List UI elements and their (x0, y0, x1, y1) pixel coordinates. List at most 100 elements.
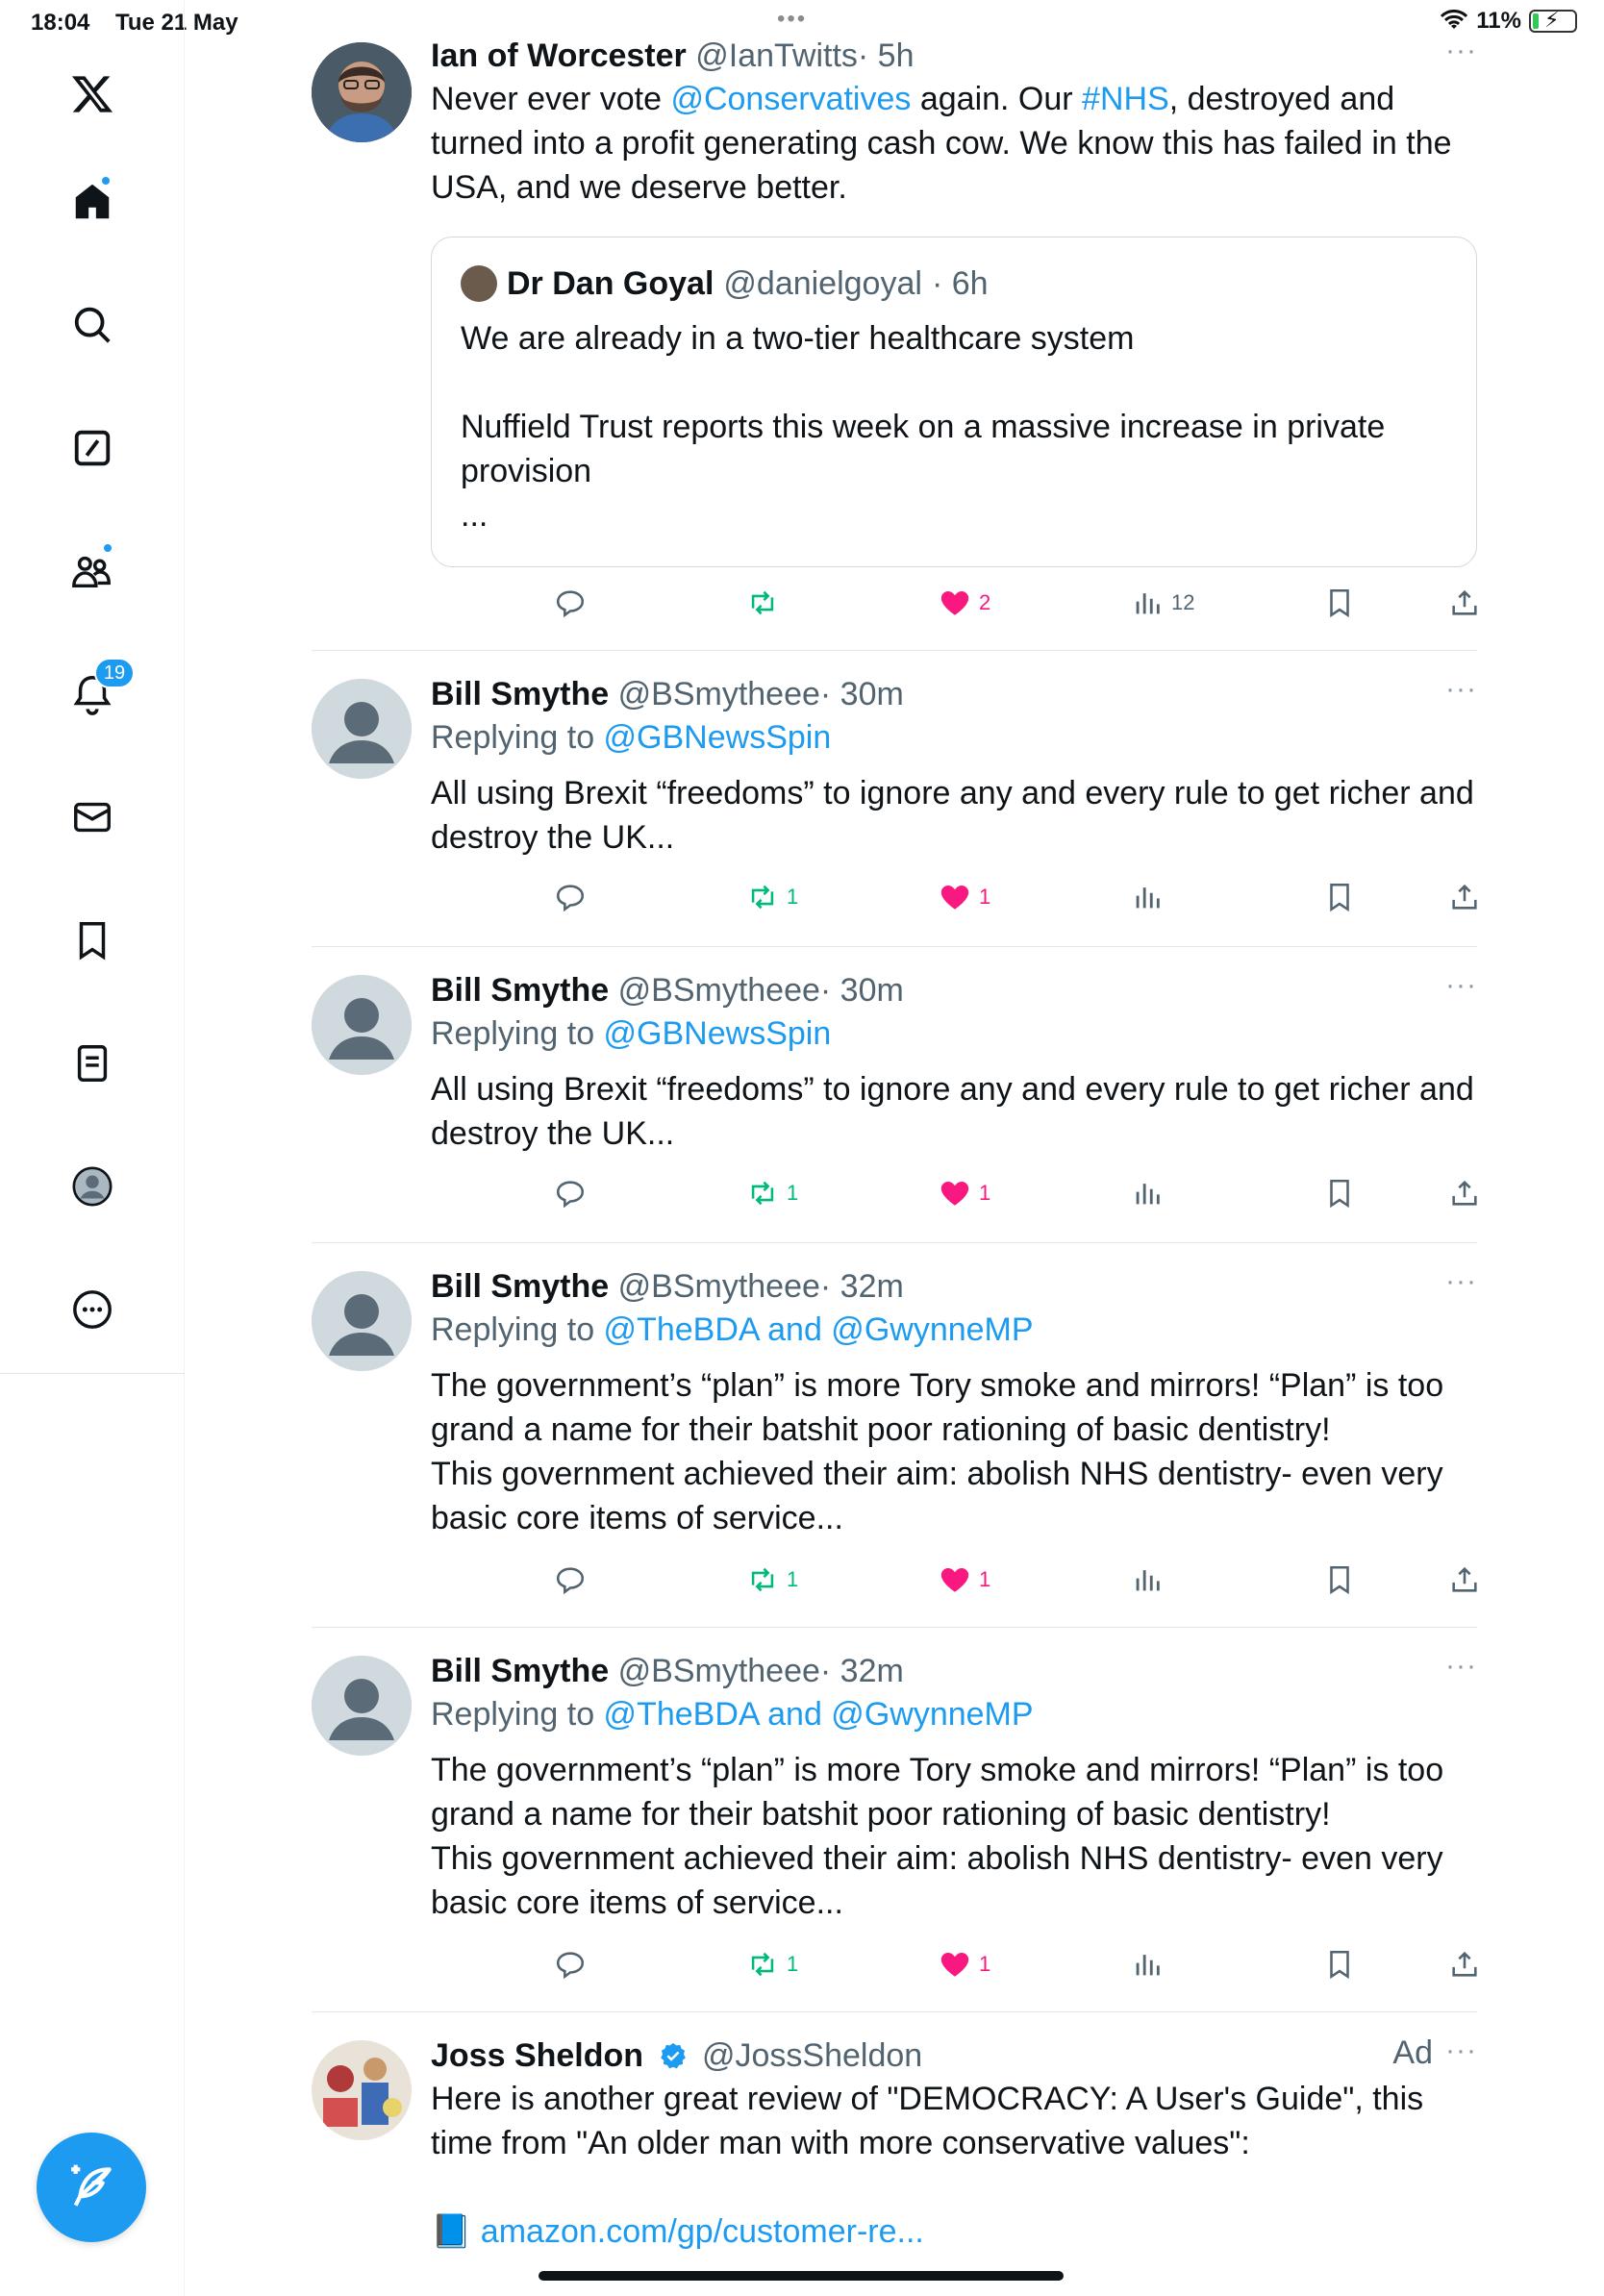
author-name[interactable]: Bill Smythe (431, 676, 609, 712)
reply-button[interactable] (554, 1948, 587, 1981)
like-button[interactable]: 1 (939, 881, 990, 913)
replying-to-link[interactable]: @TheBDA and @GwynneMP (604, 1311, 1034, 1348)
author-handle[interactable]: @BSmytheee (618, 972, 820, 1009)
quote-author-handle: @danielgoyal (723, 265, 922, 302)
views-button[interactable] (1131, 1563, 1164, 1596)
sidebar-item-profile[interactable] (62, 1156, 123, 1217)
hashtag-link[interactable]: #NHS (1082, 81, 1169, 117)
avatar[interactable] (312, 679, 412, 779)
like-count: 1 (979, 1567, 991, 1591)
tweet-time[interactable]: · 30m (820, 676, 904, 712)
views-button[interactable] (1131, 1948, 1164, 1981)
sidebar-item-messages[interactable] (62, 786, 123, 848)
retweet-button[interactable] (746, 586, 779, 619)
share-button[interactable] (1448, 586, 1481, 619)
more-options-icon[interactable]: ··· (1445, 2034, 1477, 2067)
tweet-time[interactable]: · 32m (820, 1653, 904, 1689)
like-button[interactable]: 1 (939, 1563, 990, 1596)
reply-button[interactable] (554, 881, 587, 913)
text-fragment: Never ever vote (431, 81, 671, 117)
share-button[interactable] (1448, 1177, 1481, 1210)
replying-to-link[interactable]: @GBNewsSpin (604, 1015, 832, 1052)
retweet-button[interactable]: 1 (746, 1563, 798, 1596)
tweet[interactable]: Bill Smythe @BSmytheee· 30m ··· Replying… (312, 673, 1477, 942)
views-button[interactable]: 12 (1131, 586, 1194, 619)
like-button[interactable]: 2 (939, 586, 990, 619)
bookmark-button[interactable] (1323, 1563, 1356, 1596)
multitasking-dots[interactable]: ••• (777, 6, 807, 33)
author-name[interactable]: Ian of Worcester (431, 37, 687, 74)
author-handle[interactable]: @IanTwitts (695, 37, 858, 74)
like-button[interactable]: 1 (939, 1948, 990, 1981)
sidebar-item-lists[interactable] (62, 1033, 123, 1094)
reply-button[interactable] (554, 586, 587, 619)
more-options-icon[interactable]: ··· (1445, 1650, 1477, 1683)
more-options-icon[interactable]: ··· (1445, 673, 1477, 706)
tweet[interactable]: Bill Smythe @BSmytheee· 32m ··· Replying… (312, 1265, 1477, 1627)
sidebar-item-notifications[interactable]: 19 (62, 658, 135, 725)
mention-link[interactable]: @Conservatives (670, 81, 911, 117)
replying-to-link[interactable]: @GBNewsSpin (604, 719, 832, 756)
sidebar-divider (0, 1373, 185, 1374)
author-handle[interactable]: @JossSheldon (702, 2037, 922, 2074)
share-button[interactable] (1448, 1948, 1481, 1981)
bookmark-button[interactable] (1323, 881, 1356, 913)
home-indicator[interactable] (539, 2271, 1064, 2281)
avatar[interactable] (312, 1656, 412, 1756)
external-link[interactable]: amazon.com/gp/customer-re... (481, 2213, 924, 2250)
compose-button[interactable] (37, 2133, 146, 2242)
tweet[interactable]: Bill Smythe @BSmytheee· 30m ··· Replying… (312, 969, 1477, 1238)
quote-header: Dr Dan Goyal @danielgoyal · 6h (461, 262, 989, 305)
tweet-text: The government’s “plan” is more Tory smo… (431, 1363, 1477, 1540)
share-button[interactable] (1448, 1563, 1481, 1596)
avatar[interactable] (312, 975, 412, 1075)
quoted-tweet[interactable]: Dr Dan Goyal @danielgoyal · 6h We are alr… (431, 237, 1477, 567)
views-button[interactable] (1131, 1177, 1164, 1210)
author-name[interactable]: Bill Smythe (431, 1268, 609, 1305)
share-button[interactable] (1448, 881, 1481, 913)
text-fragment: again. Our (911, 81, 1083, 117)
avatar[interactable] (312, 42, 412, 142)
quote-line: ... (461, 497, 489, 534)
tweet-time[interactable]: · 30m (820, 972, 904, 1009)
bookmark-button[interactable] (1323, 586, 1356, 619)
retweet-button[interactable]: 1 (746, 1948, 798, 1981)
avatar[interactable] (312, 2040, 412, 2140)
sidebar-item-grok[interactable] (62, 417, 123, 479)
sidebar-item-bookmarks[interactable] (62, 910, 123, 971)
bookmark-button[interactable] (1323, 1948, 1356, 1981)
author-handle[interactable]: @BSmytheee (618, 1653, 820, 1689)
reply-button[interactable] (554, 1177, 587, 1210)
tweet-time[interactable]: · 32m (820, 1268, 904, 1305)
tweet[interactable]: Ian of Worcester @IanTwitts· 5h ··· Neve… (312, 35, 1477, 650)
tweet-time[interactable]: · 5h (858, 37, 915, 74)
views-button[interactable] (1131, 881, 1164, 913)
avatar[interactable] (312, 1271, 412, 1371)
retweet-button[interactable]: 1 (746, 1177, 798, 1210)
reply-button[interactable] (554, 1563, 587, 1596)
views-icon (1136, 1955, 1160, 1976)
tweet-header: Bill Smythe @BSmytheee· 30m (431, 969, 1477, 1011)
author-name[interactable]: Bill Smythe (431, 1653, 609, 1689)
author-handle[interactable]: @BSmytheee (618, 676, 820, 712)
author-handle[interactable]: @BSmytheee (618, 1268, 820, 1305)
more-options-icon[interactable]: ··· (1445, 969, 1477, 1002)
like-button[interactable]: 1 (939, 1177, 990, 1210)
replying-to-link[interactable]: @TheBDA and @GwynneMP (604, 1696, 1034, 1733)
quote-line: Nuffield Trust reports this week on a ma… (461, 409, 1386, 445)
sidebar-item-search[interactable] (62, 294, 123, 356)
sidebar-item-home[interactable] (62, 171, 123, 233)
sidebar-item-communities[interactable] (62, 540, 123, 602)
tweet-body: Joss Sheldon @JossSheldon Ad ··· Here is… (431, 2034, 1477, 2254)
x-logo-icon[interactable] (62, 63, 123, 125)
more-options-icon[interactable]: ··· (1445, 35, 1477, 67)
promoted-tweet[interactable]: Joss Sheldon @JossSheldon Ad ··· Here is… (312, 2034, 1477, 2296)
author-name[interactable]: Bill Smythe (431, 972, 609, 1009)
retweet-button[interactable]: 1 (746, 881, 798, 913)
tweet[interactable]: Bill Smythe @BSmytheee· 32m ··· Replying… (312, 1650, 1477, 2011)
quote-blank-line (461, 361, 1441, 405)
author-name[interactable]: Joss Sheldon (431, 2037, 643, 2074)
bookmark-button[interactable] (1323, 1177, 1356, 1210)
sidebar-item-more[interactable] (62, 1279, 123, 1340)
more-options-icon[interactable]: ··· (1445, 1265, 1477, 1298)
